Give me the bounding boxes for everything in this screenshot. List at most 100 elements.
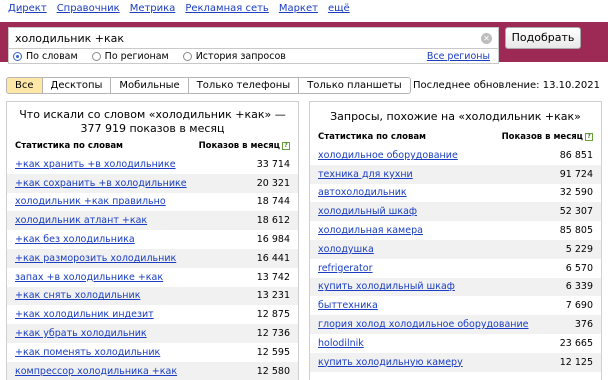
query-link[interactable]: купить холодильную камеру bbox=[318, 357, 463, 368]
query-link[interactable]: +как хранить +в холодильнике bbox=[15, 159, 176, 170]
impressions-count: 85 805 bbox=[559, 225, 593, 237]
impressions-count: 12 595 bbox=[256, 346, 290, 358]
clear-icon[interactable]: ✕ bbox=[481, 32, 492, 44]
impressions-count: 6 570 bbox=[565, 262, 593, 274]
impressions-count: 32 590 bbox=[559, 187, 593, 199]
impressions-count: 5 229 bbox=[565, 243, 593, 255]
query-link[interactable]: refrigerator bbox=[318, 263, 372, 274]
table-row: холодушка 5 229 bbox=[310, 239, 601, 259]
table-row: купить холодильную камеру 12 125 bbox=[310, 352, 601, 372]
column-header-stat: Статистика по словам bbox=[15, 140, 124, 151]
query-link[interactable]: +как поменять холодильник bbox=[15, 347, 160, 358]
top-nav: Директ Справочник Метрика Рекламная сеть… bbox=[8, 3, 350, 17]
impressions-count: 20 321 bbox=[256, 177, 290, 189]
option-history[interactable]: История запросов bbox=[182, 50, 286, 62]
nav-link-market[interactable]: Маркет bbox=[279, 3, 318, 17]
table-row: холодильное оборудование 86 851 bbox=[310, 146, 601, 165]
query-link[interactable]: холодильное оборудование bbox=[318, 150, 458, 161]
table-body: +как хранить +в холодильнике 33 714 +как с… bbox=[7, 155, 298, 380]
pick-button[interactable]: Подобрать bbox=[505, 27, 581, 49]
table-row: автохолодильник 32 590 bbox=[310, 184, 601, 203]
all-regions-link[interactable]: Все регионы bbox=[427, 51, 490, 62]
radio-icon[interactable] bbox=[13, 51, 22, 61]
query-link[interactable]: быттехника bbox=[318, 300, 378, 311]
impressions-count: 12 875 bbox=[256, 309, 290, 321]
impressions-count: 13 231 bbox=[256, 290, 290, 302]
query-link[interactable]: холодильная камера bbox=[318, 225, 423, 236]
table-row: купить холодильный шкаф 6 339 bbox=[310, 277, 601, 297]
column-header-count: Показов в месяц ? bbox=[502, 132, 593, 142]
column-header-count-label: Показов в месяц bbox=[198, 140, 280, 151]
query-link[interactable]: глория холод холодильное оборудование bbox=[318, 319, 529, 330]
nav-link-reference[interactable]: Справочник bbox=[57, 3, 120, 17]
query-link[interactable]: holodilnik bbox=[318, 338, 364, 349]
impressions-count: 376 bbox=[574, 319, 593, 331]
query-link[interactable]: +как убрать холодильник bbox=[15, 328, 147, 339]
table-header: Статистика по словам Показов в месяц ? bbox=[7, 139, 298, 152]
help-icon[interactable]: ? bbox=[282, 141, 290, 150]
query-link[interactable]: холодильный шкаф bbox=[318, 206, 417, 217]
column-header-count: Показов в месяц ? bbox=[199, 141, 290, 151]
column-header-count-label: Показов в месяц bbox=[501, 131, 583, 142]
panel-title: Запросы, похожие на «холодильник +как» bbox=[330, 110, 581, 123]
tab-phones-only[interactable]: Только телефоны bbox=[188, 77, 300, 94]
nav-link-ad-network[interactable]: Рекламная сеть bbox=[185, 3, 269, 17]
impressions-count: 18 744 bbox=[256, 196, 290, 208]
option-label: История запросов bbox=[195, 50, 286, 62]
query-link[interactable]: холодильник +как правильно bbox=[15, 196, 166, 207]
query-link[interactable]: запах +в холодильнике +как bbox=[15, 272, 163, 283]
query-link[interactable]: техника для кухни bbox=[318, 169, 413, 180]
impressions-count: 12 580 bbox=[256, 365, 290, 377]
nav-link-more[interactable]: ещё bbox=[328, 3, 350, 17]
panel-title: Что искали со словом «холодильник +как» … bbox=[19, 107, 286, 135]
last-updated: Последнее обновление: 13.10.2021 bbox=[413, 80, 600, 91]
nav-link-metrika[interactable]: Метрика bbox=[130, 3, 176, 17]
table-row: +как разморозить холодильник 16 441 bbox=[7, 248, 298, 268]
search-options: По словам По регионам История запросов В… bbox=[8, 49, 499, 64]
table-row: быттехника 7 690 bbox=[310, 296, 601, 315]
tab-mobile[interactable]: Мобильные bbox=[111, 77, 189, 94]
panel-words: Что искали со словом «холодильник +как» … bbox=[6, 101, 299, 380]
query-link[interactable]: +как без холодильника bbox=[15, 234, 135, 245]
table-row: +как поменять холодильник 12 595 bbox=[7, 343, 298, 362]
tab-desktops[interactable]: Десктопы bbox=[42, 77, 112, 94]
option-by-regions[interactable]: По регионам bbox=[91, 50, 169, 62]
option-by-words[interactable]: По словам bbox=[13, 51, 78, 62]
impressions-count: 7 690 bbox=[565, 300, 593, 312]
table-header: Статистика по словам Показов в месяц ? bbox=[310, 130, 601, 143]
impressions-count: 12 125 bbox=[559, 356, 593, 368]
query-link[interactable]: компрессор холодильника +как bbox=[15, 366, 177, 377]
query-link[interactable]: автохолодильник bbox=[318, 187, 407, 198]
query-link[interactable]: +как сохранить +в холодильнике bbox=[15, 178, 187, 189]
tab-all[interactable]: Все bbox=[6, 77, 43, 94]
query-link[interactable]: +как разморозить холодильник bbox=[15, 253, 176, 264]
query-link[interactable]: купить холодильный шкаф bbox=[318, 281, 455, 292]
search-input[interactable] bbox=[15, 31, 481, 45]
nav-link-direct[interactable]: Директ bbox=[8, 3, 47, 17]
radio-icon[interactable] bbox=[91, 51, 101, 61]
table-row: холодильник +как правильно 18 744 bbox=[7, 193, 298, 212]
table-row: +как сохранить +в холодильнике 20 321 bbox=[7, 173, 298, 193]
table-row: компрессор холодильника +как 12 580 bbox=[7, 361, 298, 380]
impressions-count: 6 339 bbox=[565, 281, 593, 293]
table-row: holodilnik 23 665 bbox=[310, 334, 601, 353]
query-link[interactable]: холодильник атлант +как bbox=[15, 215, 147, 226]
radio-icon[interactable] bbox=[182, 51, 192, 61]
table-row: холодильник атлант +как 18 612 bbox=[7, 211, 298, 231]
panel-similar: Запросы, похожие на «холодильник +как» С… bbox=[309, 101, 602, 380]
impressions-count: 16 441 bbox=[256, 252, 290, 264]
impressions-count: 33 714 bbox=[256, 158, 290, 170]
table-row: +как убрать холодильник 12 736 bbox=[7, 324, 298, 343]
query-link[interactable]: +как холодильник индезит bbox=[15, 309, 154, 320]
query-link[interactable]: +как снять холодильник bbox=[15, 290, 140, 301]
help-icon[interactable]: ? bbox=[585, 132, 593, 141]
table-row: +как снять холодильник 13 231 bbox=[7, 286, 298, 306]
search-box: ✕ bbox=[8, 27, 499, 49]
tab-tablets-only[interactable]: Только планшеты bbox=[299, 77, 411, 94]
query-link[interactable]: холодушка bbox=[318, 244, 374, 255]
option-label: По регионам bbox=[104, 50, 169, 62]
table-row: холодильная камера 85 805 bbox=[310, 221, 601, 240]
impressions-count: 23 665 bbox=[559, 337, 593, 349]
table-row: +как холодильник индезит 12 875 bbox=[7, 305, 298, 324]
column-header-stat: Статистика по словам bbox=[318, 131, 427, 142]
